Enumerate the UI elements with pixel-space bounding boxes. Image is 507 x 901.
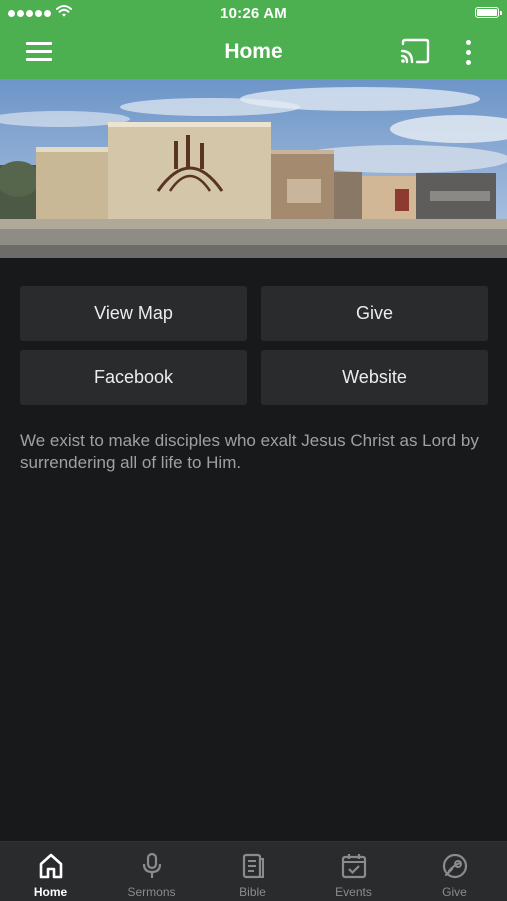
tab-home[interactable]: Home bbox=[0, 842, 101, 901]
tab-label-give: Give bbox=[442, 885, 467, 899]
tab-label-bible: Bible bbox=[239, 885, 266, 899]
website-button[interactable]: Website bbox=[261, 350, 488, 405]
tab-sermons[interactable]: Sermons bbox=[101, 842, 202, 901]
status-time: 10:26 AM bbox=[220, 5, 287, 22]
bible-icon bbox=[242, 853, 264, 879]
tab-label-home: Home bbox=[33, 885, 68, 899]
tab-events[interactable]: Events bbox=[303, 842, 404, 901]
bottom-tab-bar: Home Sermons Bible Events Give bbox=[0, 841, 507, 901]
facebook-button[interactable]: Facebook bbox=[20, 350, 247, 405]
microphone-icon bbox=[142, 852, 162, 878]
cast-icon[interactable] bbox=[399, 38, 431, 66]
mission-statement: We exist to make disciples who exalt Jes… bbox=[20, 431, 479, 472]
calendar-icon bbox=[341, 854, 367, 879]
status-bar: 10:26 AM bbox=[0, 0, 507, 26]
tab-bible[interactable]: Bible bbox=[202, 842, 303, 901]
app-header: 10:26 AM Home bbox=[0, 0, 507, 79]
battery-icon bbox=[475, 7, 502, 18]
view-map-button[interactable]: View Map bbox=[20, 286, 247, 341]
tab-label-events: Events bbox=[335, 885, 372, 899]
home-icon bbox=[39, 853, 63, 879]
tab-give[interactable]: Give bbox=[404, 842, 505, 901]
more-options-icon[interactable] bbox=[458, 38, 478, 68]
give-button[interactable]: Give bbox=[261, 286, 488, 341]
give-icon bbox=[442, 853, 468, 879]
tab-label-sermons: Sermons bbox=[127, 885, 176, 899]
church-building-photo bbox=[0, 79, 507, 258]
